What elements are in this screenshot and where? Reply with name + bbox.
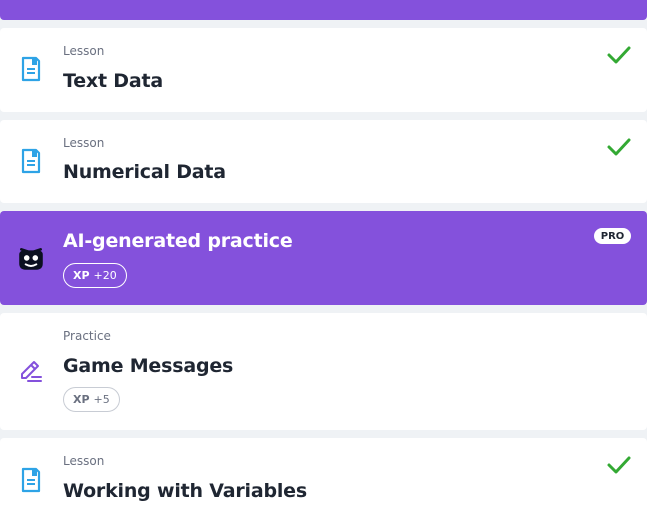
checkmark-icon (607, 46, 631, 64)
item-type-label: Lesson (63, 136, 105, 150)
item-title: Working with Variables (63, 480, 307, 502)
item-title: Text Data (63, 70, 163, 92)
practice-card-game-messages[interactable]: Practice Game Messages XP +5 (0, 313, 647, 430)
item-type-label: Lesson (63, 44, 105, 58)
checkmark-icon (607, 138, 631, 156)
lesson-document-icon (21, 467, 41, 493)
item-type-label: Practice (63, 329, 111, 343)
pro-badge: PRO (594, 228, 631, 244)
item-title: Numerical Data (63, 161, 226, 183)
ai-practice-card[interactable]: AI-generated practice PRO XP +20 (0, 211, 647, 305)
xp-value: +5 (93, 393, 110, 406)
xp-pill: XP +20 (63, 263, 127, 288)
item-type-label: Lesson (63, 454, 105, 468)
lesson-card-numerical-data[interactable]: Lesson Numerical Data (0, 120, 647, 203)
pencil-edit-icon (21, 361, 42, 382)
item-title: Game Messages (63, 355, 234, 377)
lesson-document-icon (21, 56, 41, 82)
lesson-card-text-data[interactable]: Lesson Text Data (0, 28, 647, 112)
xp-label: XP (73, 393, 90, 406)
xp-label: XP (73, 269, 90, 282)
previous-item-card[interactable] (0, 0, 647, 20)
item-title: AI-generated practice (63, 230, 293, 252)
lesson-card-working-with-variables[interactable]: Lesson Working with Variables (0, 438, 647, 517)
xp-value: +20 (93, 269, 117, 282)
xp-pill: XP +5 (63, 387, 120, 412)
lesson-document-icon (21, 148, 41, 174)
ai-bot-face-icon (19, 248, 43, 270)
checkmark-icon (607, 456, 631, 474)
